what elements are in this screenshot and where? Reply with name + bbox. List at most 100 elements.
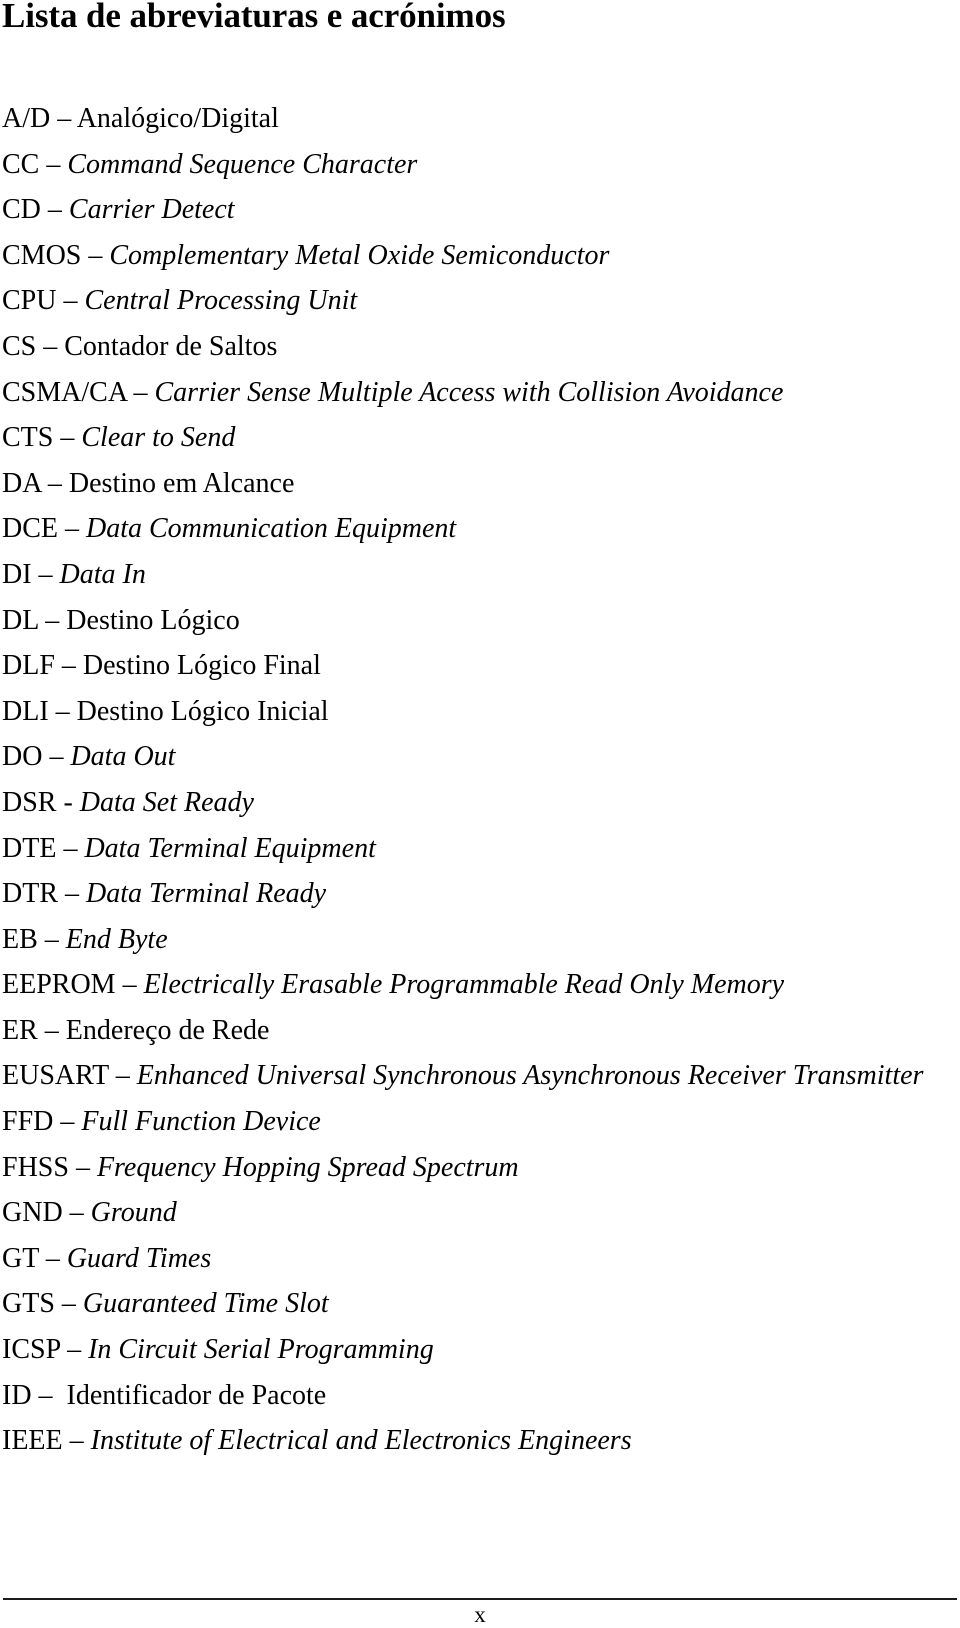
- abbreviation-separator: –: [36, 330, 65, 362]
- abbreviation-separator: –: [48, 695, 77, 727]
- abbreviation-separator: –: [42, 741, 71, 773]
- abbreviation-definition: In Circuit Serial Programming: [88, 1334, 434, 1366]
- abbreviation-term: GT: [2, 1242, 39, 1274]
- abbreviation-term: EUSART: [2, 1060, 109, 1092]
- abbreviation-entry: GTS – Guaranteed Time Slot: [2, 1281, 948, 1327]
- abbreviation-separator: –: [62, 1197, 91, 1229]
- abbreviation-separator: –: [37, 923, 66, 955]
- abbreviation-definition: Contador de Saltos: [64, 330, 278, 362]
- abbreviation-separator: –: [31, 1379, 67, 1411]
- abbreviation-definition: Guard Times: [66, 1242, 212, 1274]
- abbreviation-entry: FFD – Full Function Device: [2, 1099, 948, 1145]
- abbreviation-term: DLF: [2, 650, 55, 682]
- page-number: x: [474, 1602, 486, 1627]
- abbreviation-entry: EB – End Byte: [2, 917, 948, 963]
- abbreviation-definition: End Byte: [65, 923, 168, 955]
- abbreviation-term: EB: [2, 923, 38, 955]
- abbreviation-term: CC: [2, 148, 40, 180]
- abbreviation-separator: –: [54, 1288, 83, 1320]
- abbreviation-term: CMOS: [2, 239, 82, 271]
- abbreviation-entry: CC – Command Sequence Character: [2, 142, 948, 188]
- abbreviation-entry: CS – Contador de Saltos: [2, 324, 948, 370]
- abbreviation-definition: Data Terminal Equipment: [84, 832, 376, 864]
- abbreviation-separator: –: [40, 467, 69, 499]
- abbreviation-entry: DCE – Data Communication Equipment: [2, 506, 948, 552]
- abbreviation-definition: Carrier Detect: [68, 194, 235, 226]
- abbreviation-entry: FHSS – Frequency Hopping Spread Spectrum: [2, 1145, 948, 1191]
- abbreviation-definition: Destino Lógico Inicial: [76, 695, 329, 727]
- abbreviation-separator: –: [54, 650, 83, 682]
- abbreviation-definition: Electrically Erasable Programmable Read …: [143, 969, 785, 1001]
- abbreviation-definition: Destino Lógico Final: [82, 650, 321, 682]
- abbreviation-definition: Data In: [59, 558, 146, 590]
- abbreviation-list: A/D – Analógico/Digital CC – Command Sequ…: [2, 96, 948, 1464]
- abbreviation-separator: –: [58, 513, 86, 545]
- abbreviation-definition: Analógico/Digital: [76, 103, 279, 134]
- abbreviation-entry: EEPROM – Electrically Erasable Programma…: [2, 962, 948, 1008]
- abbreviation-term: DA: [2, 467, 41, 499]
- abbreviation-entry: DSR - Data Set Ready: [2, 780, 948, 826]
- abbreviation-entry: GND – Ground: [2, 1190, 948, 1236]
- abbreviation-separator: –: [53, 422, 82, 454]
- abbreviation-term: DCE: [2, 513, 58, 545]
- abbreviation-separator: –: [50, 103, 77, 134]
- abbreviation-definition: Endereço de Rede: [65, 1014, 270, 1046]
- abbreviation-term: FHSS: [2, 1151, 69, 1183]
- abbreviation-entry: IEEE – Institute of Electrical and Elect…: [2, 1418, 948, 1464]
- abbreviation-term: DO: [2, 741, 43, 773]
- abbreviation-entry: CPU – Central Processing Unit: [2, 278, 948, 324]
- abbreviation-term: CPU: [2, 285, 57, 317]
- abbreviation-term: EEPROM: [2, 969, 116, 1001]
- abbreviation-definition: Data Terminal Ready: [86, 878, 327, 910]
- abbreviation-definition: Clear to Send: [81, 422, 236, 454]
- abbreviation-definition: Destino Lógico: [66, 604, 240, 636]
- abbreviation-definition: Full Function Device: [81, 1106, 321, 1138]
- abbreviation-entry: DLF – Destino Lógico Final: [2, 643, 948, 689]
- abbreviation-separator: –: [60, 1334, 89, 1366]
- abbreviation-separator: –: [38, 1242, 67, 1274]
- abbreviation-separator: –: [115, 969, 144, 1001]
- abbreviation-entry: DL – Destino Lógico: [2, 598, 948, 644]
- abbreviation-term: IEEE: [2, 1425, 63, 1457]
- abbreviation-term: CSMA/CA: [2, 376, 127, 408]
- abbreviation-term: DTE: [2, 832, 57, 864]
- abbreviation-entry: CD – Carrier Detect: [2, 187, 948, 233]
- abbreviation-separator: –: [56, 285, 85, 317]
- abbreviation-entry: A/D – Analógico/Digital: [2, 96, 948, 142]
- abbreviation-separator: –: [39, 148, 68, 180]
- abbreviation-entry: ID – Identificador de Pacote: [2, 1373, 948, 1419]
- abbreviation-entry: DA – Destino em Alcance: [2, 461, 948, 507]
- abbreviation-separator: –: [37, 1014, 66, 1046]
- abbreviation-separator: –: [108, 1060, 137, 1092]
- abbreviation-separator: –: [38, 604, 67, 636]
- abbreviation-entry: CTS – Clear to Send: [2, 415, 948, 461]
- abbreviation-separator: –: [81, 239, 110, 271]
- abbreviation-term: FFD: [2, 1106, 54, 1138]
- abbreviation-entry: DLI – Destino Lógico Inicial: [2, 689, 948, 735]
- abbreviation-entry: CMOS – Complementary Metal Oxide Semicon…: [2, 233, 948, 279]
- abbreviation-term: DI: [2, 558, 32, 590]
- abbreviation-entry: DI – Data In: [2, 552, 948, 598]
- abbreviation-entry: CSMA/CA – Carrier Sense Multiple Access …: [2, 370, 948, 416]
- abbreviation-term: DLI: [2, 695, 49, 727]
- abbreviation-term: GND: [2, 1197, 63, 1229]
- abbreviation-term: A/D: [2, 103, 51, 134]
- abbreviation-separator: –: [40, 194, 69, 226]
- abbreviation-definition: Carrier Sense Multiple Access with Colli…: [154, 376, 784, 408]
- abbreviation-definition: Institute of Electrical and Electronics …: [90, 1425, 632, 1457]
- page-title: Lista de abreviaturas e acrónimos: [2, 0, 506, 35]
- abbreviation-definition: Ground: [90, 1197, 177, 1229]
- abbreviation-entry: DO – Data Out: [2, 734, 948, 780]
- abbreviation-term: GTS: [2, 1288, 55, 1320]
- document-page: Lista de abreviaturas e acrónimos A/D – …: [0, 0, 960, 1628]
- abbreviation-separator: –: [31, 558, 60, 590]
- abbreviation-term: CS: [2, 330, 37, 362]
- abbreviation-term: DSR: [2, 786, 57, 818]
- abbreviation-entry: EUSART – Enhanced Universal Synchronous …: [2, 1053, 948, 1099]
- abbreviation-term: CD: [2, 194, 41, 226]
- abbreviation-separator: –: [56, 832, 85, 864]
- abbreviation-term: CTS: [2, 422, 54, 454]
- abbreviation-entry: GT – Guard Times: [2, 1236, 948, 1282]
- abbreviation-definition: Guaranteed Time Slot: [82, 1288, 329, 1320]
- footer-divider: [3, 1598, 957, 1600]
